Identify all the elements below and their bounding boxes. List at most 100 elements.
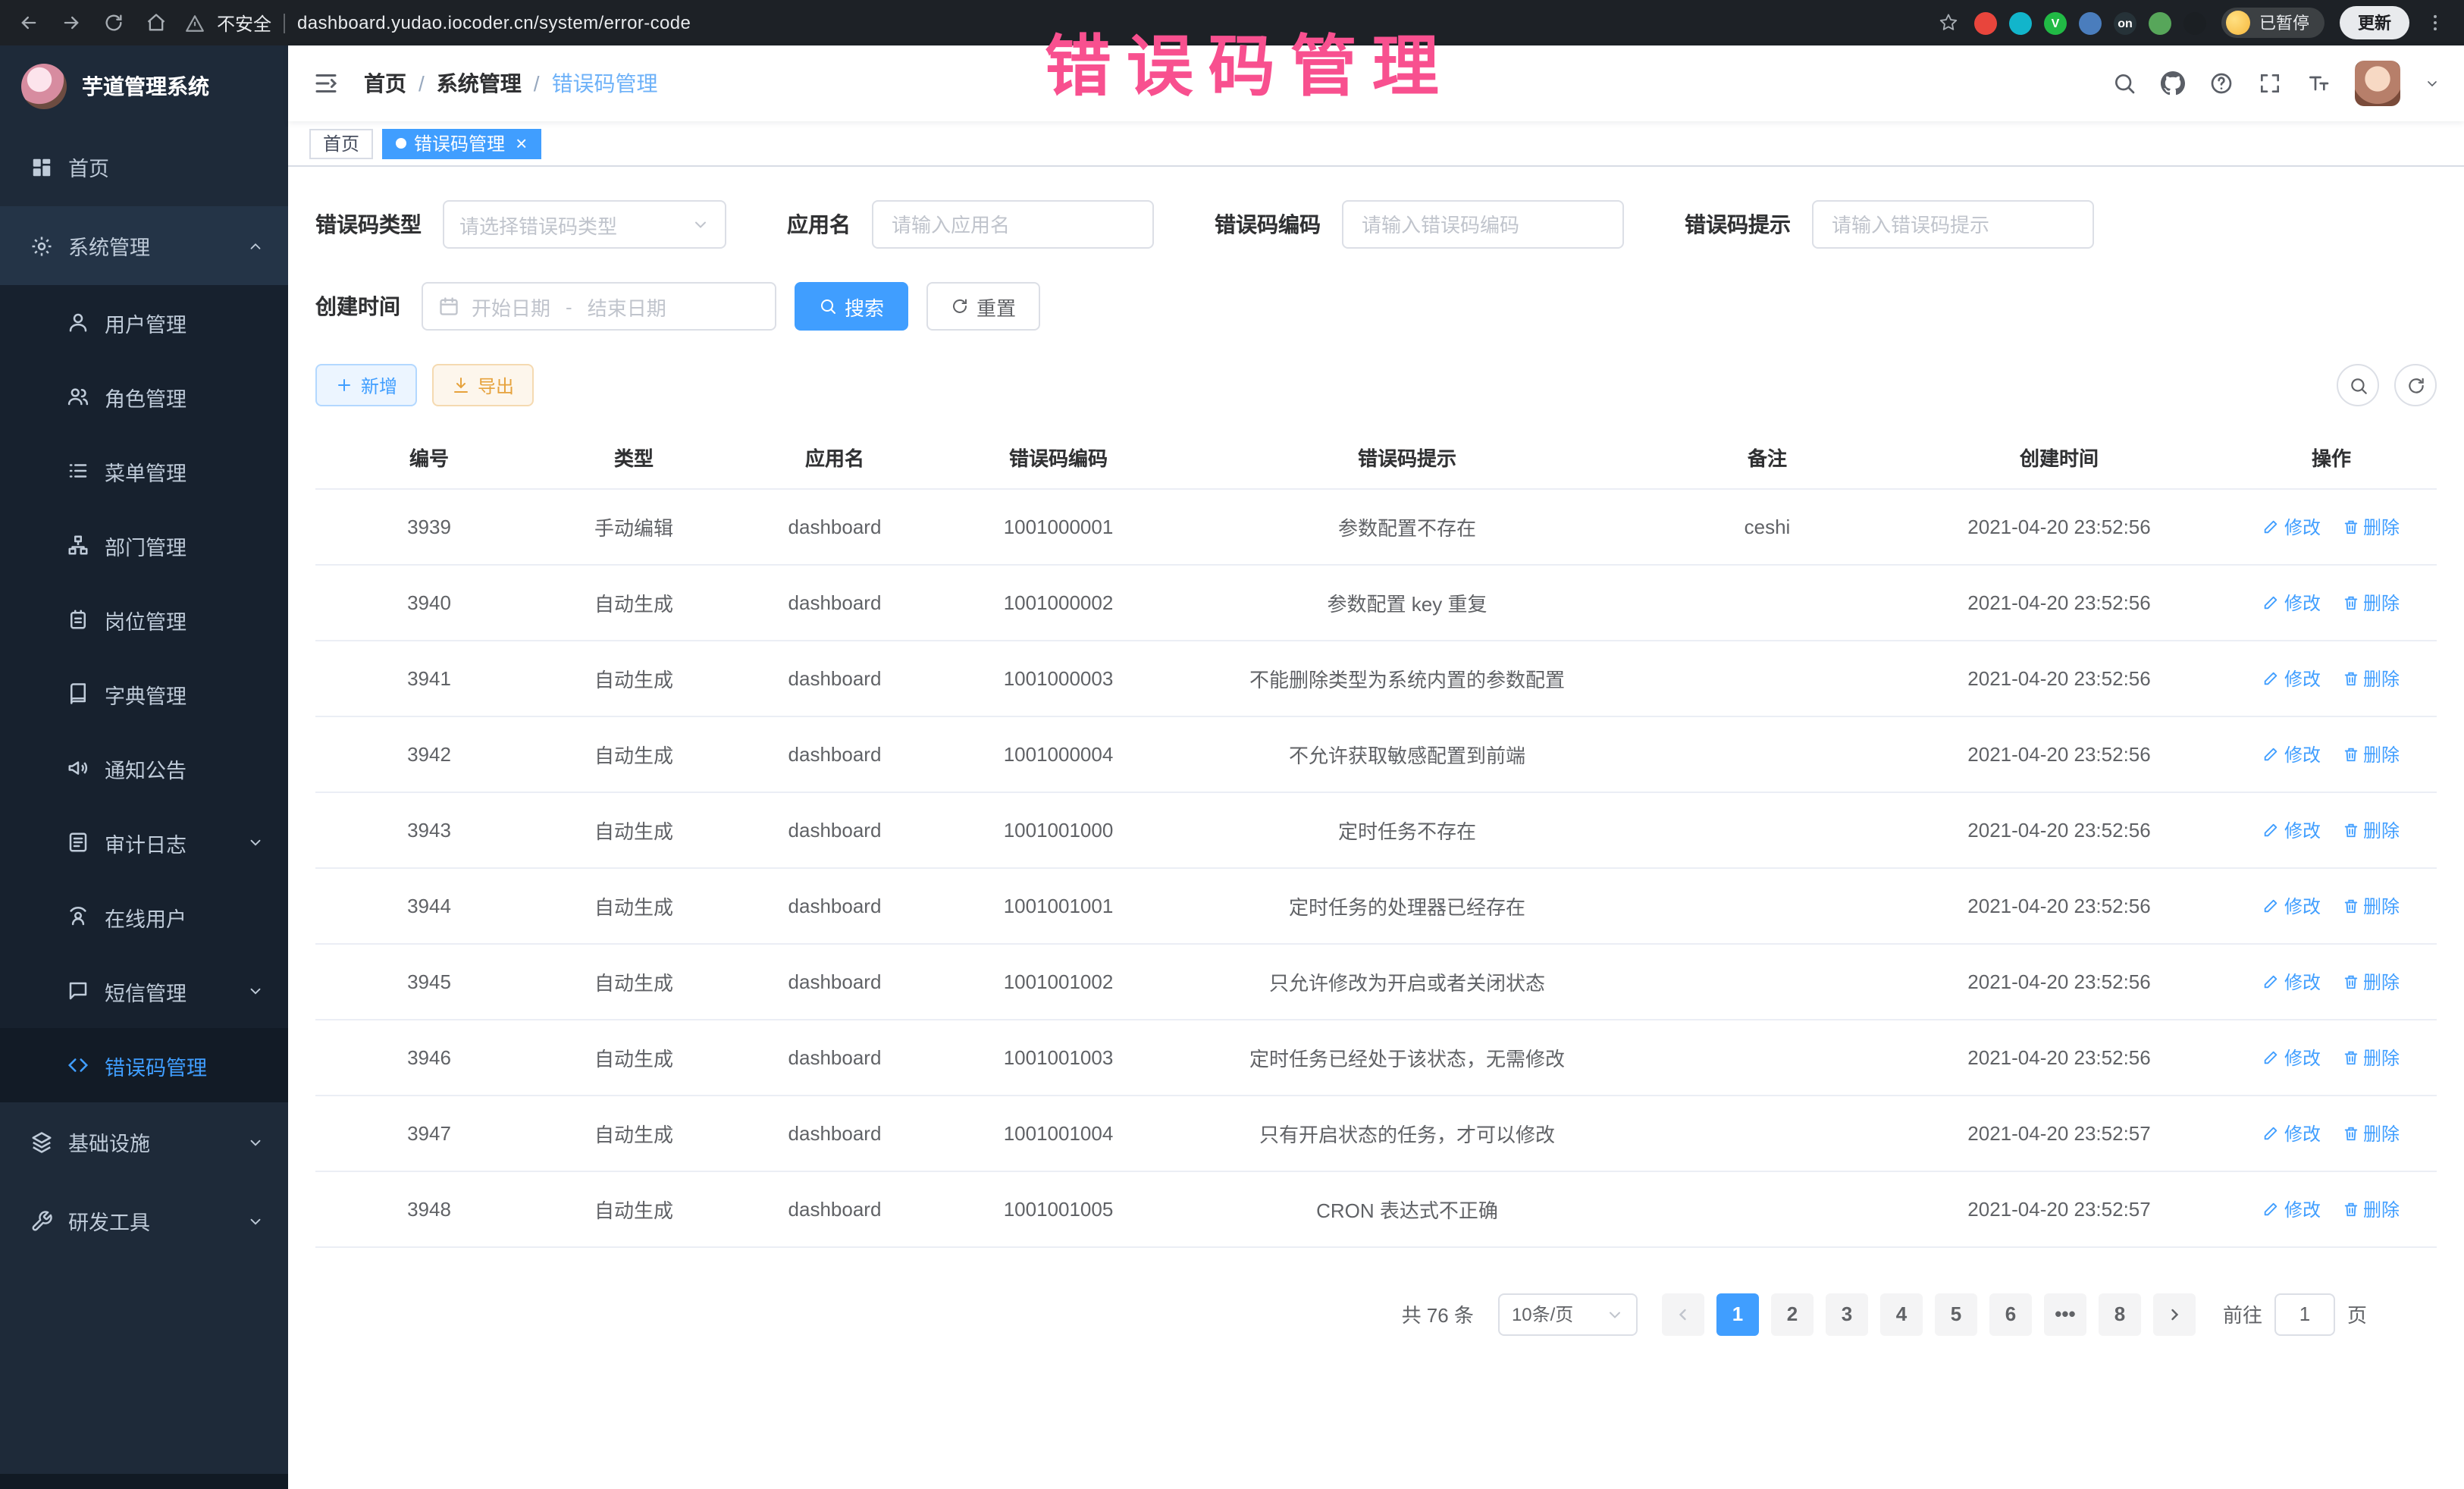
delete-link[interactable]: 删除 bbox=[2342, 1196, 2400, 1221]
edit-link[interactable]: 修改 bbox=[2263, 741, 2321, 766]
search-icon[interactable] bbox=[2112, 71, 2136, 96]
page-button-1[interactable]: 1 bbox=[1716, 1293, 1759, 1335]
sidebar-item-system[interactable]: 系统管理 bbox=[0, 206, 288, 285]
delete-link[interactable]: 删除 bbox=[2342, 513, 2400, 539]
address-divider bbox=[284, 13, 285, 33]
delete-link[interactable]: 删除 bbox=[2342, 741, 2400, 766]
edit-link[interactable]: 修改 bbox=[2263, 589, 2321, 615]
help-icon[interactable] bbox=[2209, 71, 2234, 96]
page-button-3[interactable]: 3 bbox=[1826, 1293, 1868, 1335]
edit-link[interactable]: 修改 bbox=[2263, 892, 2321, 918]
delete-icon bbox=[2342, 1200, 2359, 1217]
tag-close-icon[interactable]: × bbox=[516, 133, 527, 153]
sidebar-item-home[interactable]: 首页 bbox=[0, 127, 288, 206]
refresh-table-button[interactable] bbox=[2394, 364, 2437, 406]
error-type-select[interactable]: 请选择错误码类型 bbox=[443, 200, 726, 249]
delete-link[interactable]: 删除 bbox=[2342, 892, 2400, 918]
error-code-input[interactable] bbox=[1342, 200, 1624, 249]
sidebar-item-devtools[interactable]: 研发工具 bbox=[0, 1181, 288, 1260]
delete-icon bbox=[2342, 821, 2359, 838]
app-logo[interactable]: 芋道管理系统 bbox=[0, 45, 288, 127]
tag-首页[interactable]: 首页 bbox=[309, 128, 373, 158]
delete-link[interactable]: 删除 bbox=[2342, 817, 2400, 842]
extension-on-badge-icon[interactable]: on bbox=[2114, 11, 2136, 34]
delete-link[interactable]: 删除 bbox=[2342, 1120, 2400, 1146]
profile-chip[interactable]: 已暂停 bbox=[2221, 8, 2324, 38]
edit-link[interactable]: 修改 bbox=[2263, 1044, 2321, 1070]
reset-button[interactable]: 重置 bbox=[926, 282, 1040, 331]
extension-green-icon[interactable] bbox=[2149, 11, 2171, 34]
edit-link[interactable]: 修改 bbox=[2263, 1196, 2321, 1221]
page-button-5[interactable]: 5 bbox=[1935, 1293, 1977, 1335]
delete-link[interactable]: 删除 bbox=[2342, 968, 2400, 994]
page-button-2[interactable]: 2 bbox=[1771, 1293, 1814, 1335]
app-name-input[interactable] bbox=[872, 200, 1154, 249]
edit-link[interactable]: 修改 bbox=[2263, 1120, 2321, 1146]
create-time-range-picker[interactable]: 开始日期 - 结束日期 bbox=[422, 282, 776, 331]
chevron-down-icon[interactable] bbox=[2425, 76, 2440, 91]
page-more-button[interactable]: ••• bbox=[2044, 1293, 2086, 1335]
page-button-6[interactable]: 6 bbox=[1989, 1293, 2032, 1335]
chevron-down-icon bbox=[1606, 1305, 1624, 1323]
export-button[interactable]: 导出 bbox=[432, 364, 534, 406]
extension-blue-icon[interactable] bbox=[2079, 11, 2102, 34]
prev-page-button[interactable] bbox=[1662, 1293, 1704, 1335]
edit-link-label: 修改 bbox=[2284, 741, 2321, 766]
update-button[interactable]: 更新 bbox=[2340, 6, 2409, 39]
extension-red-icon[interactable] bbox=[1974, 11, 1997, 34]
search-button[interactable]: 搜索 bbox=[795, 282, 908, 331]
github-icon[interactable] bbox=[2161, 71, 2185, 96]
sidebar-item-dict[interactable]: 字典管理 bbox=[0, 657, 288, 731]
extension-puzzle-icon[interactable] bbox=[2183, 11, 2206, 34]
font-size-icon[interactable] bbox=[2306, 71, 2331, 96]
delete-link[interactable]: 删除 bbox=[2342, 1044, 2400, 1070]
add-button-label: 新增 bbox=[361, 372, 397, 398]
breadcrumb-item[interactable]: 系统管理 bbox=[437, 68, 522, 99]
edit-link[interactable]: 修改 bbox=[2263, 665, 2321, 691]
sidebar-item-dept[interactable]: 部门管理 bbox=[0, 508, 288, 582]
sidebar-item-infra[interactable]: 基础设施 bbox=[0, 1102, 288, 1181]
toggle-search-button[interactable] bbox=[2337, 364, 2379, 406]
user-avatar[interactable] bbox=[2355, 61, 2400, 106]
error-message-input[interactable] bbox=[1812, 200, 2094, 249]
sidebar-item-post[interactable]: 岗位管理 bbox=[0, 582, 288, 657]
app-title: 芋道管理系统 bbox=[82, 71, 209, 102]
sidebar-item-label: 基础设施 bbox=[68, 1127, 258, 1157]
browser-back-icon[interactable] bbox=[18, 12, 39, 33]
cell-message: 定时任务的处理器已经存在 bbox=[1172, 867, 1642, 943]
sidebar-item-audit-log[interactable]: 审计日志 bbox=[0, 805, 288, 879]
sidebar-item-label: 用户管理 bbox=[105, 307, 258, 337]
delete-link[interactable]: 删除 bbox=[2342, 589, 2400, 615]
vue-devtools-icon[interactable]: V bbox=[2044, 11, 2067, 34]
edit-link[interactable]: 修改 bbox=[2263, 968, 2321, 994]
sidebar-item-notice[interactable]: 通知公告 bbox=[0, 731, 288, 805]
edit-link[interactable]: 修改 bbox=[2263, 817, 2321, 842]
page-button-8[interactable]: 8 bbox=[2099, 1293, 2141, 1335]
sidebar-item-user[interactable]: 用户管理 bbox=[0, 285, 288, 359]
sidebar-item-menu[interactable]: 菜单管理 bbox=[0, 434, 288, 508]
edit-link[interactable]: 修改 bbox=[2263, 513, 2321, 539]
browser-forward-icon[interactable] bbox=[61, 12, 82, 33]
bookmark-star-icon[interactable] bbox=[1938, 12, 1959, 33]
sidebar-item-label: 部门管理 bbox=[105, 530, 258, 560]
sidebar-item-sms[interactable]: 短信管理 bbox=[0, 954, 288, 1028]
sidebar-item-role[interactable]: 角色管理 bbox=[0, 359, 288, 434]
breadcrumb-item[interactable]: 首页 bbox=[364, 68, 406, 99]
tag-错误码管理[interactable]: 错误码管理× bbox=[382, 128, 541, 158]
goto-page-input[interactable] bbox=[2274, 1293, 2335, 1335]
fullscreen-icon[interactable] bbox=[2258, 71, 2282, 96]
delete-link[interactable]: 删除 bbox=[2342, 665, 2400, 691]
next-page-button[interactable] bbox=[2153, 1293, 2196, 1335]
page-size-select[interactable]: 10条/页 bbox=[1498, 1293, 1638, 1335]
add-button[interactable]: 新增 bbox=[315, 364, 417, 406]
browser-home-icon[interactable] bbox=[146, 12, 167, 33]
sidebar-item-error-code[interactable]: 错误码管理 bbox=[0, 1028, 288, 1102]
cell-type: 自动生成 bbox=[543, 1095, 725, 1171]
hamburger-icon[interactable] bbox=[312, 70, 340, 97]
extension-teal-icon[interactable] bbox=[2009, 11, 2032, 34]
cell-app: dashboard bbox=[725, 792, 945, 867]
browser-reload-icon[interactable] bbox=[103, 12, 124, 33]
sidebar-item-online-user[interactable]: 在线用户 bbox=[0, 879, 288, 954]
more-menu-icon[interactable] bbox=[2425, 12, 2446, 33]
page-button-4[interactable]: 4 bbox=[1880, 1293, 1923, 1335]
